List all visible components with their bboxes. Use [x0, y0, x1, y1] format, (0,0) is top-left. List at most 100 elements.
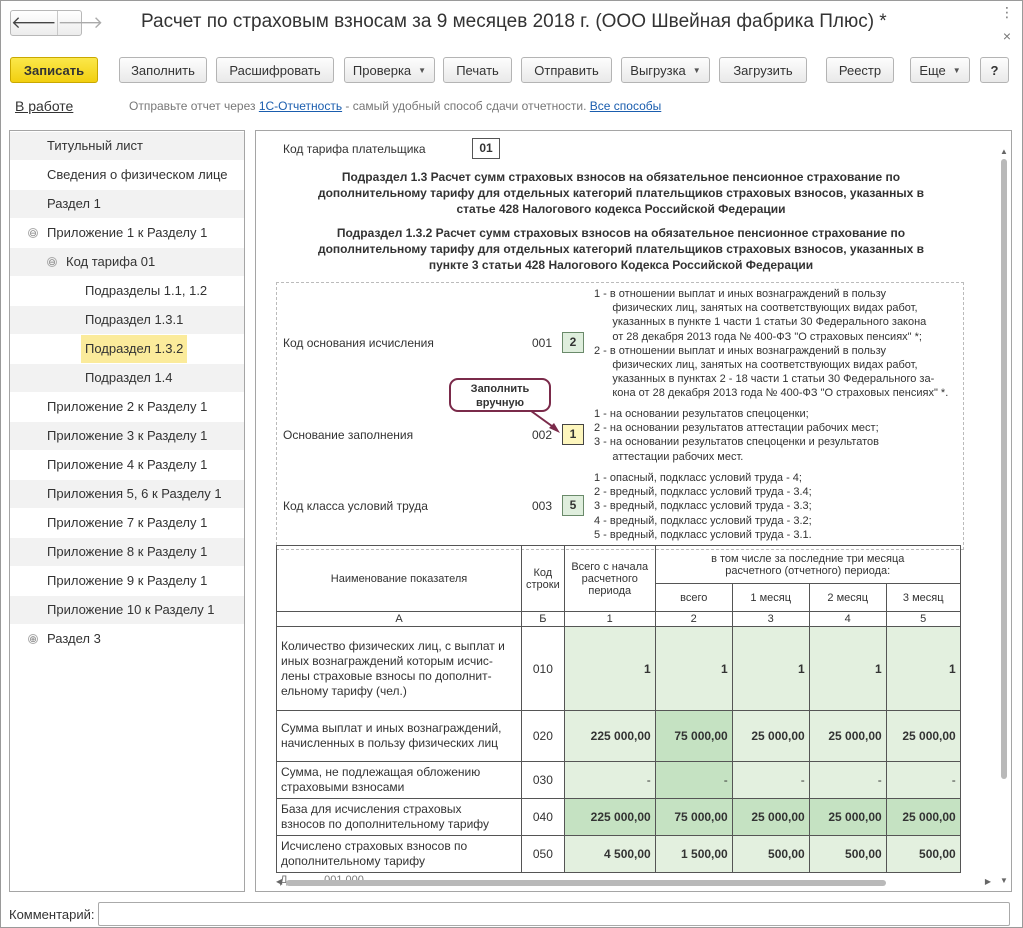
decode-button[interactable]: Расшифровать — [216, 57, 334, 83]
tree-item-appendix-7[interactable]: Приложение 7 к Разделу 1 — [10, 509, 244, 537]
cell-total[interactable]: 1 — [563, 626, 656, 711]
cell-month-3[interactable]: - — [885, 761, 961, 799]
name-line: Сумма, не подлежащая обложению — [281, 765, 481, 779]
tree-item-appendix-5-6[interactable]: Приложения 5, 6 к Разделу 1 — [10, 480, 244, 508]
tree-item-subsection-1-3-2[interactable]: Подраздел 1.3.2 — [10, 335, 244, 363]
note-line: физических лиц, занятых на соответствующ… — [594, 302, 918, 315]
save-button[interactable]: Записать — [10, 57, 98, 83]
send-button[interactable]: Отправить — [521, 57, 612, 83]
cell-month-1[interactable]: - — [731, 761, 810, 799]
vertical-scroll-thumb[interactable] — [1001, 159, 1007, 779]
tree-item-label: Подразделы 1.1, 1.2 — [85, 283, 208, 298]
tree-item-label: Приложение 3 к Разделу 1 — [47, 428, 208, 443]
tree-item-appendix-8[interactable]: Приложение 8 к Разделу 1 — [10, 538, 244, 566]
cell-month-3[interactable]: 500,00 — [885, 835, 961, 873]
export-dropdown-button[interactable]: Выгрузка ▼ — [621, 57, 710, 83]
cell-month-2[interactable]: 1 — [808, 626, 887, 711]
print-button[interactable]: Печать — [443, 57, 512, 83]
cell-last3-all[interactable]: 1 — [654, 626, 733, 711]
column-header-month-3: 3 месяц — [885, 583, 961, 612]
collapse-icon[interactable]: ⊖ — [28, 228, 38, 238]
tree-item-appendix-10[interactable]: Приложение 10 к Разделу 1 — [10, 596, 244, 624]
check-dropdown-button[interactable]: Проверка ▼ — [344, 57, 435, 83]
1c-reporting-link[interactable]: 1С-Отчетность — [259, 99, 342, 113]
scroll-right-icon[interactable]: ▶ — [985, 877, 991, 886]
tree-item-appendix-2[interactable]: Приложение 2 к Разделу 1 — [10, 393, 244, 421]
note-line: физических лиц, занятых на соответствующ… — [594, 359, 918, 372]
cell-month-2[interactable]: 25 000,00 — [808, 710, 887, 762]
cell-last3-all[interactable]: - — [654, 761, 733, 799]
expand-icon[interactable]: ⊕ — [28, 634, 38, 644]
working-conditions-note: 1 - опасный, подкласс условий труда - 4;… — [594, 471, 812, 542]
name-line: Количество физических лиц, с выплат и — [281, 638, 505, 653]
scroll-up-icon[interactable]: ▲ — [999, 147, 1009, 156]
section-tree: Титульный лист Сведения о физическом лиц… — [9, 130, 245, 892]
table-row: Сумма выплат и иных вознаграждений, начи… — [276, 710, 961, 762]
calculation-basis-label: Код основания исчисления — [283, 336, 434, 350]
cell-month-2[interactable]: 500,00 — [808, 835, 887, 873]
back-arrow-icon[interactable]: 🡐 — [11, 11, 57, 35]
report-status-link[interactable]: В работе — [15, 98, 73, 114]
import-button[interactable]: Загрузить — [719, 57, 807, 83]
cell-total: 225 000,00 — [563, 798, 656, 836]
registry-button[interactable]: Реестр — [826, 57, 894, 83]
subsection-1-3-2-heading: Подраздел 1.3.2 Расчет сумм страховых вз… — [296, 225, 946, 273]
all-methods-link[interactable]: Все способы — [590, 99, 662, 113]
tree-item-subsection-1-4[interactable]: Подраздел 1.4 — [10, 364, 244, 392]
column-index: 3 — [731, 611, 810, 627]
cell-month-3[interactable]: 1 — [885, 626, 961, 711]
calculation-basis-note: 1 - в отношении выплат и иных вознагражд… — [594, 287, 948, 401]
chevron-down-icon: ▼ — [418, 65, 427, 75]
fill-button[interactable]: Заполнить — [119, 57, 207, 83]
tree-item-appendix-1[interactable]: ⊖ Приложение 1 к Разделу 1 — [10, 219, 244, 247]
working-conditions-field[interactable]: 5 — [562, 495, 584, 516]
close-icon[interactable]: × — [998, 29, 1016, 43]
row-code: 010 — [521, 626, 565, 711]
cell-total[interactable]: - — [563, 761, 656, 799]
row-code: 050 — [521, 835, 565, 873]
tree-item-appendix-3[interactable]: Приложение 3 к Разделу 1 — [10, 422, 244, 450]
tree-item-appendix-4[interactable]: Приложение 4 к Разделу 1 — [10, 451, 244, 479]
tree-item-title-page[interactable]: Титульный лист — [10, 132, 244, 160]
callout-line: вручную — [476, 397, 524, 409]
send-button-label: Отправить — [534, 62, 599, 78]
cell-last3-all[interactable]: 75 000,00 — [654, 710, 733, 762]
vertical-scrollbar[interactable]: ▲ ▼ — [999, 147, 1009, 885]
more-dropdown-button[interactable]: Еще ▼ — [910, 57, 970, 83]
collapse-icon[interactable]: ⊖ — [47, 257, 57, 267]
comment-input[interactable] — [98, 902, 1010, 926]
heading-line: пункте 3 статьи 428 Налогового Кодекса Р… — [428, 258, 814, 272]
help-button[interactable]: ? — [980, 57, 1009, 83]
scroll-down-icon[interactable]: ▼ — [999, 876, 1009, 885]
tree-item-subsections-1-1-1-2[interactable]: Подразделы 1.1, 1.2 — [10, 277, 244, 305]
tree-item-section-1[interactable]: Раздел 1 — [10, 190, 244, 218]
more-menu-icon[interactable]: ⋮ — [998, 5, 1016, 19]
heading-line: Подраздел 1.3 Расчет сумм страховых взно… — [341, 170, 901, 184]
cell-month-1[interactable]: 1 — [731, 626, 810, 711]
tree-item-section-3[interactable]: ⊕ Раздел 3 — [10, 625, 244, 653]
tree-item-appendix-9[interactable]: Приложение 9 к Разделу 1 — [10, 567, 244, 595]
scroll-left-icon[interactable]: ◀ — [276, 877, 282, 886]
cell-month-2[interactable]: - — [808, 761, 887, 799]
decode-button-label: Расшифровать — [229, 62, 321, 78]
tree-item-person-info[interactable]: Сведения о физическом лице — [10, 161, 244, 189]
cell-month-1[interactable]: 500,00 — [731, 835, 810, 873]
tree-item-tariff-01[interactable]: ⊖ Код тарифа 01 — [10, 248, 244, 276]
row-code: 040 — [521, 798, 565, 836]
cell-total[interactable]: 4 500,00 — [563, 835, 656, 873]
tariff-code-field[interactable]: 01 — [472, 138, 500, 159]
note-line: 5 - вредный, подкласс условий труда - 3.… — [594, 528, 812, 541]
cell-month-1[interactable]: 25 000,00 — [731, 710, 810, 762]
forward-arrow-icon[interactable]: 🡒 — [56, 11, 103, 35]
form-pane: Код тарифа плательщика 01 Подраздел 1.3 … — [255, 130, 1012, 892]
filling-basis-note: 1 - на основании результатов спецоценки;… — [594, 407, 879, 464]
cell-last3-all[interactable]: 1 500,00 — [654, 835, 733, 873]
more-button-label: Еще — [919, 62, 946, 78]
calculation-basis-field[interactable]: 2 — [562, 332, 584, 353]
horizontal-scroll-thumb[interactable] — [286, 880, 886, 886]
tree-item-subsection-1-3-1[interactable]: Подраздел 1.3.1 — [10, 306, 244, 334]
cell-month-3[interactable]: 25 000,00 — [885, 710, 961, 762]
cell-total[interactable]: 225 000,00 — [563, 710, 656, 762]
subsection-1-3-heading: Подраздел 1.3 Расчет сумм страховых взно… — [296, 169, 946, 217]
horizontal-scrollbar[interactable]: ◀ ▶ — [276, 877, 991, 887]
